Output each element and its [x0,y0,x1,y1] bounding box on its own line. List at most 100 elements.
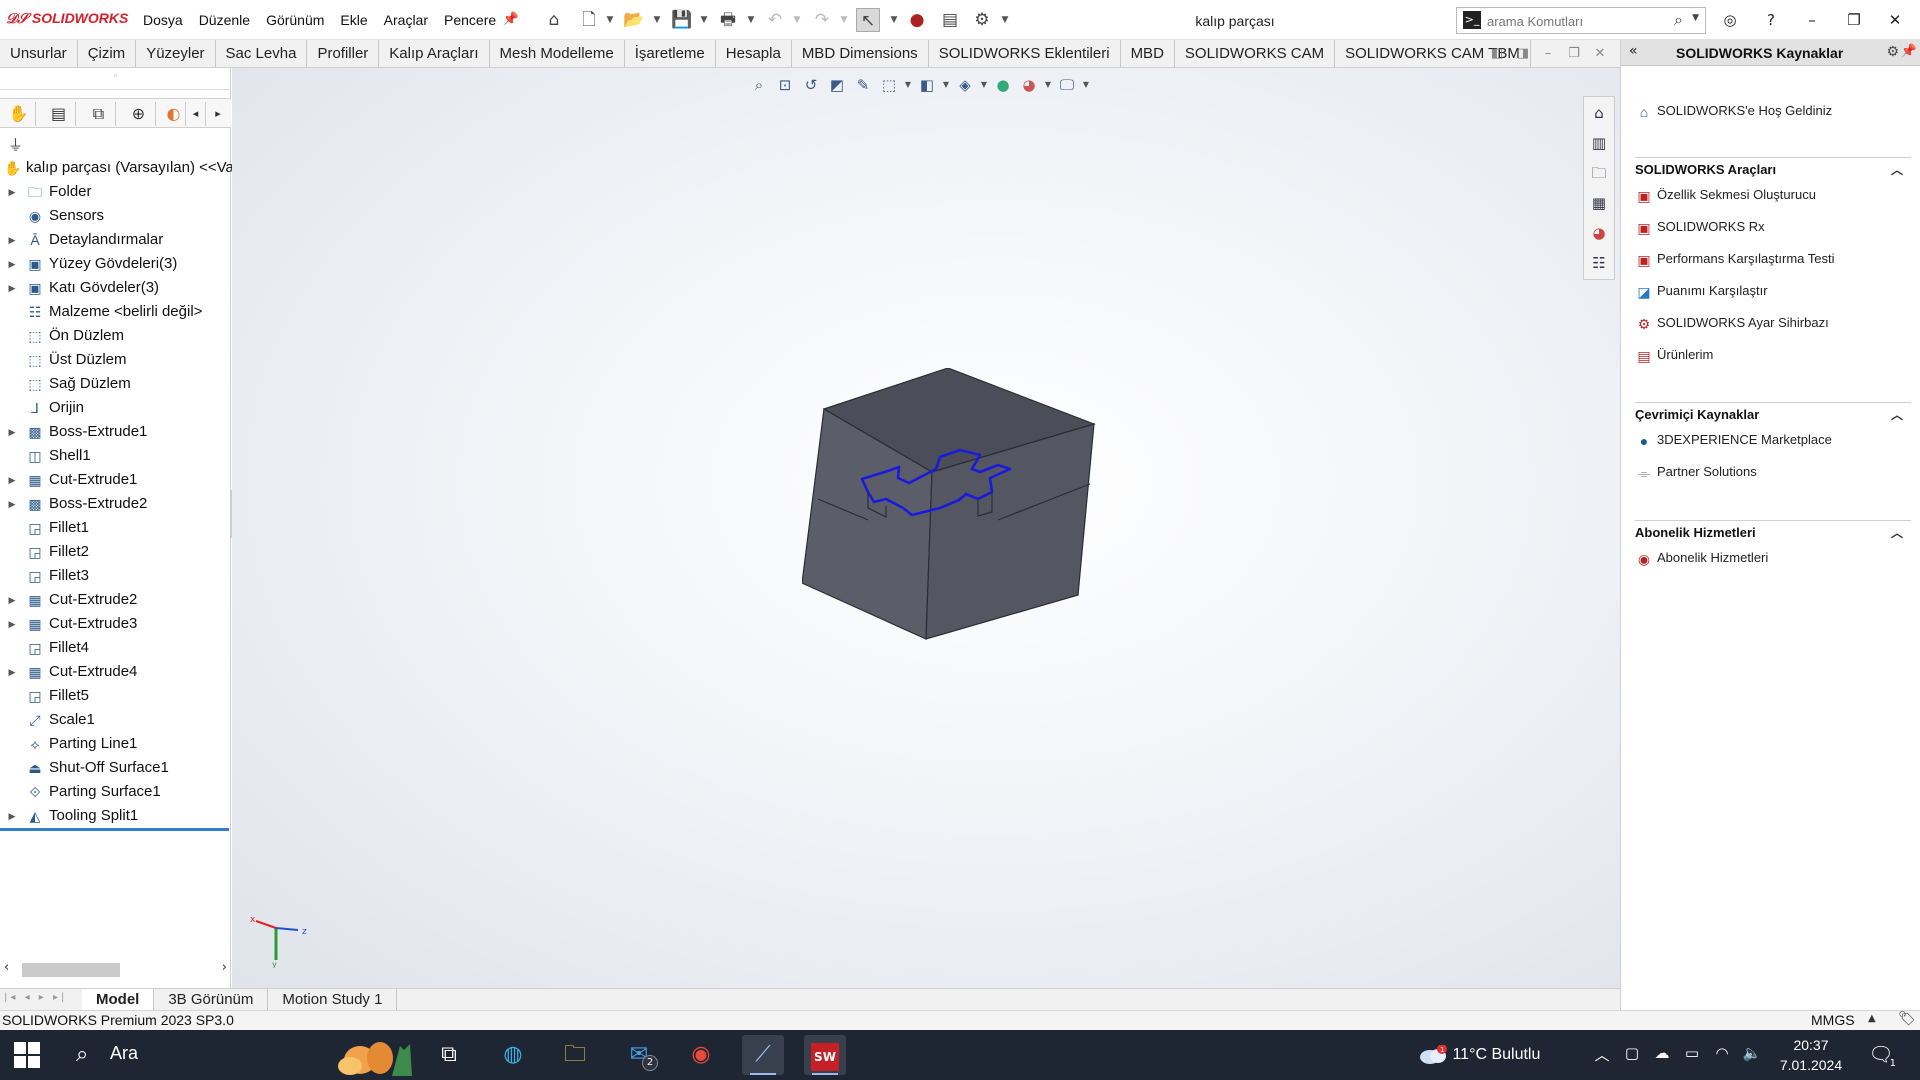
custom-properties-tab-icon[interactable]: ☷ [1587,251,1611,275]
save-dropdown-icon[interactable]: ▼ [699,8,709,32]
tree-item[interactable]: ▶ ▦ Cut-Extrude2 [0,588,231,612]
tab-3d-view[interactable]: 3B Görünüm [154,989,269,1011]
section-header-tools[interactable]: SOLIDWORKS Araçları ︿ [1635,157,1911,179]
help-icon[interactable]: ? [1758,8,1784,32]
section-view-icon[interactable]: ◩ [825,73,849,97]
expand-arrow-icon[interactable]: ▶ [7,660,17,684]
collapse-pane-icon[interactable]: « [1629,43,1638,59]
unit-system-dropdown-icon[interactable]: ▲ [1868,1013,1876,1024]
search-icon[interactable]: ⌕ [1674,10,1683,30]
link-partner-solutions[interactable]: ⌯ Partner Solutions [1635,461,1756,483]
tree-item[interactable]: ▶ ▦ Cut-Extrude1 [0,468,231,492]
pane-options-gear-icon[interactable]: ⚙ [1886,44,1899,60]
tree-item[interactable]: ◲ Fillet3 [0,564,231,588]
tree-item[interactable]: ◲ Fillet4 [0,636,231,660]
tab-cizim[interactable]: Çizim [78,40,137,68]
dynamic-annotation-icon[interactable]: ✎ [851,73,875,97]
view-orientation-dropdown-icon[interactable]: ▼ [903,73,913,97]
tab-sac-levha[interactable]: Sac Levha [216,40,308,68]
onedrive-cloud-icon[interactable]: ☁ [1650,1044,1674,1065]
zoom-to-fit-icon[interactable]: ⌕ [747,73,771,97]
expand-arrow-icon[interactable]: ▶ [7,228,17,252]
tree-item[interactable]: ⬚ Ön Düzlem [0,324,231,348]
solidworks-logo[interactable]: 𝒟𝒮 SOLIDWORKS [6,10,128,27]
tab-model[interactable]: Model [82,989,155,1011]
tab-profiller[interactable]: Profiller [307,40,380,68]
expand-arrow-icon[interactable]: ▶ [7,180,17,204]
link-property-tab-builder[interactable]: ▣ Özellik Sekmesi Oluşturucu [1635,184,1816,206]
expand-arrow-icon[interactable]: ▶ [7,492,17,516]
tree-item[interactable]: ◉ Sensors [0,204,231,228]
expand-arrow-icon[interactable]: ▶ [7,468,17,492]
battery-icon[interactable]: ▭ [1680,1044,1704,1065]
expand-arrow-icon[interactable]: ▶ [7,804,17,828]
open-dropdown-icon[interactable]: ▼ [652,8,662,32]
tree-item[interactable]: ⬚ Üst Düzlem [0,348,231,372]
file-explorer-icon[interactable]: 🗀 [554,1035,596,1075]
tile-left-icon[interactable]: ◧ [1487,44,1507,64]
tab-unsurlar[interactable]: Unsurlar [0,40,78,68]
tree-item[interactable]: ◲ Fillet5 [0,684,231,708]
restore-window-icon[interactable]: ❐ [1841,8,1867,32]
section-collapse-icon[interactable]: ︿ [1891,158,1903,182]
home-icon[interactable]: ⌂ [542,8,566,32]
new-dropdown-icon[interactable]: ▼ [605,8,615,32]
select-dropdown-icon[interactable]: ▼ [889,8,899,32]
close-window-icon[interactable]: ✕ [1882,8,1908,32]
tray-app-icon[interactable]: ▢ [1620,1044,1644,1065]
tab-yuzeyler[interactable]: Yüzeyler [136,40,216,68]
weather-widget[interactable]: 1 11°C Bulutlu [1418,1042,1540,1068]
display-style-icon[interactable]: ◧ [915,73,939,97]
design-library-tab-icon[interactable]: ▥ [1587,131,1611,155]
tabs-scroll-right-icon[interactable]: ▸ [208,102,228,126]
options-gear-icon[interactable]: ⚙ [970,8,994,32]
file-explorer-tab-icon[interactable]: 🗀 [1587,161,1611,185]
mail-app-icon[interactable]: ✉ 2 [618,1035,660,1075]
scroll-left-icon[interactable]: ‹ [4,960,9,975]
link-performance-benchmark[interactable]: ▣ Performans Karşılaştırma Testi [1635,248,1834,270]
link-settings-wizard[interactable]: ⚙ SOLIDWORKS Ayar Sihirbazı [1635,312,1829,334]
link-3dexperience-marketplace[interactable]: ● 3DEXPERIENCE Marketplace [1635,429,1832,451]
tab-isaretleme[interactable]: İşaretleme [625,40,716,68]
menu-araclar[interactable]: Araçlar [376,12,436,28]
link-solidworks-rx[interactable]: ▣ SOLIDWORKS Rx [1635,216,1764,238]
tree-item[interactable]: ▶ Ā Detaylandırmalar [0,228,231,252]
tree-item[interactable]: ▶ ◭ Tooling Split1 [0,804,231,828]
tree-horizontal-scrollbar[interactable]: ‹ › [0,960,231,978]
menu-gorunum[interactable]: Görünüm [258,12,332,28]
scroll-right-icon[interactable]: › [222,960,227,975]
account-user-icon[interactable]: ◎ [1717,8,1743,32]
tab-solidworks-eklentileri[interactable]: SOLIDWORKS Eklentileri [929,40,1121,68]
link-subscription-services[interactable]: ◉ Abonelik Hizmetleri [1635,547,1768,569]
search-input[interactable] [1487,11,1657,31]
hide-show-items-icon[interactable]: ◈ [953,73,977,97]
graphics-area[interactable]: ⌕ ⊡ ↺ ◩ ✎ ⬚ ▼ ◧ ▼ ◈ ▼ ● ◕ ▼ 🖵 ▼ x z y [232,68,1620,988]
tab-mbd[interactable]: MBD [1121,40,1175,68]
expand-arrow-icon[interactable]: ▶ [7,588,17,612]
menu-dosya[interactable]: Dosya [135,12,191,28]
open-folder-icon[interactable]: 📂 [622,8,646,32]
tree-item[interactable]: ⏏ Shut-Off Surface1 [0,756,231,780]
section-header-subscription[interactable]: Abonelik Hizmetleri ︿ [1635,520,1911,542]
print-icon[interactable]: 🖶 [716,8,740,32]
expand-arrow-icon[interactable]: ▶ [7,252,17,276]
tab-mbd-dimensions[interactable]: MBD Dimensions [792,40,929,68]
options-dropdown-icon[interactable]: ▼ [1000,8,1010,32]
minimize-window-icon[interactable]: – [1799,8,1825,32]
tree-item[interactable]: ▶ ▦ Cut-Extrude4 [0,660,231,684]
undo-dropdown-icon[interactable]: ▼ [792,8,802,32]
apply-scene-icon[interactable]: ◕ [1017,73,1041,97]
tree-item[interactable]: ⟐ Parting Surface1 [0,780,231,804]
section-collapse-icon[interactable]: ︿ [1891,403,1903,427]
tree-item[interactable]: ⟡ Parting Line1 [0,732,231,756]
show-hidden-icons-icon[interactable]: ︿ [1590,1044,1614,1065]
zoom-to-area-icon[interactable]: ⊡ [773,73,797,97]
apply-scene-dropdown-icon[interactable]: ▼ [1043,73,1053,97]
menu-ekle[interactable]: Ekle [332,12,375,28]
save-icon[interactable]: 💾 [670,8,694,32]
rebuild-icon[interactable]: ● [905,8,929,32]
menu-pencere[interactable]: Pencere [436,12,504,28]
tile-right-icon[interactable]: ◨ [1513,44,1533,64]
tree-item[interactable]: ☷ Malzeme <belirli değil> [0,300,231,324]
view-settings-icon[interactable]: 🖵 [1055,73,1079,97]
